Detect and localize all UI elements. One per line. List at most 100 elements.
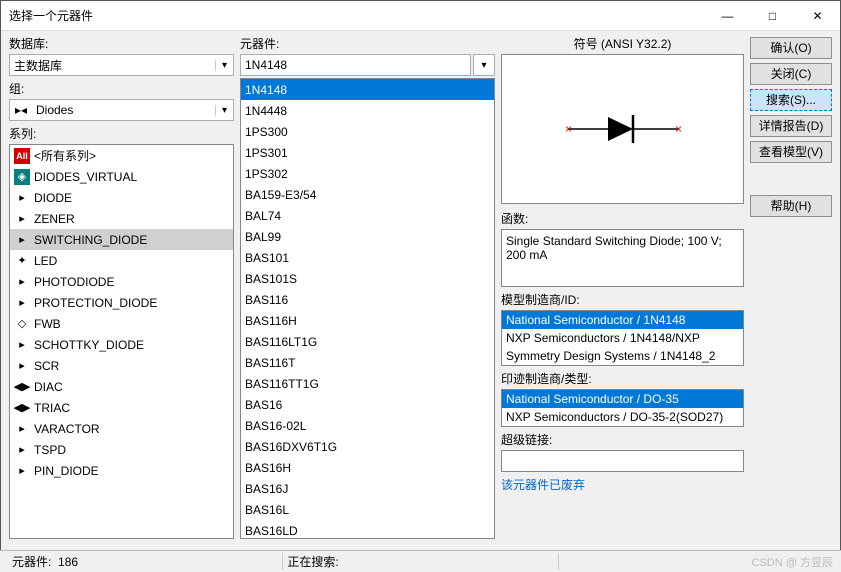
series-item-label: TRIAC — [34, 401, 70, 415]
series-item[interactable]: ▸VARACTOR — [10, 418, 233, 439]
buttons-panel: 确认(O) 关闭(C) 搜索(S)... 详情报告(D) 查看模型(V) 帮助(… — [750, 35, 832, 539]
series-icon: ▸ — [14, 295, 30, 311]
help-button[interactable]: 帮助(H) — [750, 195, 832, 217]
series-item-label: DIODE — [34, 191, 72, 205]
diode-icon: ▸◂ — [10, 103, 32, 117]
hyperlink-box[interactable] — [501, 450, 744, 472]
series-item[interactable]: ✦LED — [10, 250, 233, 271]
component-item[interactable]: 1N4148 — [241, 79, 494, 100]
series-item-label: SCR — [34, 359, 59, 373]
series-item[interactable]: ▸PIN_DIODE — [10, 460, 233, 481]
series-item[interactable]: ◈DIODES_VIRTUAL — [10, 166, 233, 187]
series-item-label: DIODES_VIRTUAL — [34, 170, 137, 184]
window-controls: — □ ✕ — [705, 1, 840, 31]
function-label: 函数: — [501, 210, 744, 227]
maximize-button[interactable]: □ — [750, 1, 795, 31]
component-item[interactable]: 1N4448 — [241, 100, 494, 121]
model-item[interactable]: NXP Semiconductors / 1N4148/NXP — [502, 329, 743, 347]
series-icon: All — [14, 148, 30, 164]
series-item[interactable]: ▸PROTECTION_DIODE — [10, 292, 233, 313]
series-icon: ▸ — [14, 232, 30, 248]
component-item[interactable]: BAS16-02L — [241, 415, 494, 436]
component-item[interactable]: BAS16J — [241, 478, 494, 499]
series-item[interactable]: ▸ DIODE — [10, 187, 233, 208]
series-icon: ▸ — [14, 337, 30, 353]
model-item[interactable]: National Semiconductor / 1N4148 — [502, 311, 743, 329]
series-icon: ◀▶ — [14, 379, 30, 395]
series-item[interactable]: All<所有系列> — [10, 145, 233, 166]
database-value[interactable] — [10, 56, 215, 74]
group-value[interactable] — [32, 101, 215, 119]
component-item[interactable]: BAS116TT1G — [241, 373, 494, 394]
ok-button[interactable]: 确认(O) — [750, 37, 832, 59]
component-item[interactable]: BA159-E3/54 — [241, 184, 494, 205]
database-label: 数据库: — [9, 35, 234, 52]
series-item[interactable]: ◀▶DIAC — [10, 376, 233, 397]
minimize-button[interactable]: — — [705, 1, 750, 31]
symbol-preview: × × — [501, 54, 744, 204]
component-item[interactable]: BAS116T — [241, 352, 494, 373]
chevron-down-icon[interactable]: ▾ — [215, 60, 233, 71]
component-item[interactable]: 1PS300 — [241, 121, 494, 142]
component-item[interactable]: BAS116LT1G — [241, 331, 494, 352]
series-item[interactable]: ▸SCHOTTKY_DIODE — [10, 334, 233, 355]
obsolete-notice: 该元器件已废弃 — [501, 476, 744, 493]
component-item[interactable]: BAL74 — [241, 205, 494, 226]
component-item[interactable]: BAS16DXV6T1G — [241, 436, 494, 457]
footprint-item[interactable]: NXP Semiconductors / DO-35-2(SOD27) — [502, 408, 743, 426]
component-item[interactable]: BAS16H — [241, 457, 494, 478]
close-button[interactable]: ✕ — [795, 1, 840, 31]
component-label: 元器件: — [240, 35, 495, 52]
series-icon: ▸ — [14, 190, 30, 206]
series-item[interactable]: ▸ SWITCHING_DIODE — [10, 229, 233, 250]
component-value[interactable] — [241, 56, 470, 74]
series-item[interactable]: ▸ SCR — [10, 355, 233, 376]
series-item[interactable]: ◀▶TRIAC — [10, 397, 233, 418]
component-item[interactable]: BAS101 — [241, 247, 494, 268]
status-searching: 正在搜索: — [283, 553, 558, 570]
component-item[interactable]: BAS116H — [241, 310, 494, 331]
hyperlink-label: 超级链接: — [501, 431, 744, 448]
series-item-label: FWB — [34, 317, 61, 331]
close-dialog-button[interactable]: 关闭(C) — [750, 63, 832, 85]
diode-symbol-icon: × × — [563, 109, 683, 149]
function-textbox: Single Standard Switching Diode; 100 V; … — [501, 229, 744, 287]
component-search-input[interactable] — [240, 54, 471, 76]
chevron-down-icon[interactable]: ▾ — [215, 105, 233, 116]
series-icon: ▸ — [14, 358, 30, 374]
series-icon: ◇ — [14, 316, 30, 332]
series-item[interactable]: ▸ZENER — [10, 208, 233, 229]
component-item[interactable]: BAL99 — [241, 226, 494, 247]
model-item[interactable]: Symmetry Design Systems / 1N4148_2 — [502, 347, 743, 365]
component-item[interactable]: BAS116 — [241, 289, 494, 310]
footprint-listbox[interactable]: National Semiconductor / DO-35NXP Semico… — [501, 389, 744, 427]
component-item[interactable]: BAS101S — [241, 268, 494, 289]
component-item[interactable]: BAS16 — [241, 394, 494, 415]
svg-text:×: × — [675, 122, 682, 136]
series-icon: ▸ — [14, 211, 30, 227]
view-model-button[interactable]: 查看模型(V) — [750, 141, 832, 163]
svg-text:×: × — [565, 122, 572, 136]
series-item-label: SWITCHING_DIODE — [34, 233, 147, 247]
series-item-label: PIN_DIODE — [34, 464, 99, 478]
database-select[interactable]: ▾ — [9, 54, 234, 76]
model-listbox[interactable]: National Semiconductor / 1N4148NXP Semic… — [501, 310, 744, 366]
component-item[interactable]: BAS16L — [241, 499, 494, 520]
footprint-label: 印迹制造商/类型: — [501, 370, 744, 387]
series-item[interactable]: ◇ FWB — [10, 313, 233, 334]
component-listbox[interactable]: 1N41481N44481PS3001PS3011PS302BA159-E3/5… — [240, 78, 495, 539]
component-item[interactable]: 1PS301 — [241, 142, 494, 163]
group-select[interactable]: ▸◂ ▾ — [9, 99, 234, 121]
series-icon: ✦ — [14, 253, 30, 269]
search-button[interactable]: 搜索(S)... — [750, 89, 832, 111]
titlebar: 选择一个元器件 — □ ✕ — [1, 1, 840, 31]
series-item-label: VARACTOR — [34, 422, 100, 436]
filter-button[interactable]: ▾ — [473, 54, 495, 76]
footprint-item[interactable]: National Semiconductor / DO-35 — [502, 390, 743, 408]
series-item[interactable]: ▸TSPD — [10, 439, 233, 460]
series-listbox[interactable]: All<所有系列>◈DIODES_VIRTUAL▸DIODE▸ZENER▸SWI… — [9, 144, 234, 539]
detail-report-button[interactable]: 详情报告(D) — [750, 115, 832, 137]
series-item[interactable]: ▸PHOTODIODE — [10, 271, 233, 292]
component-item[interactable]: BAS16LD — [241, 520, 494, 539]
component-item[interactable]: 1PS302 — [241, 163, 494, 184]
